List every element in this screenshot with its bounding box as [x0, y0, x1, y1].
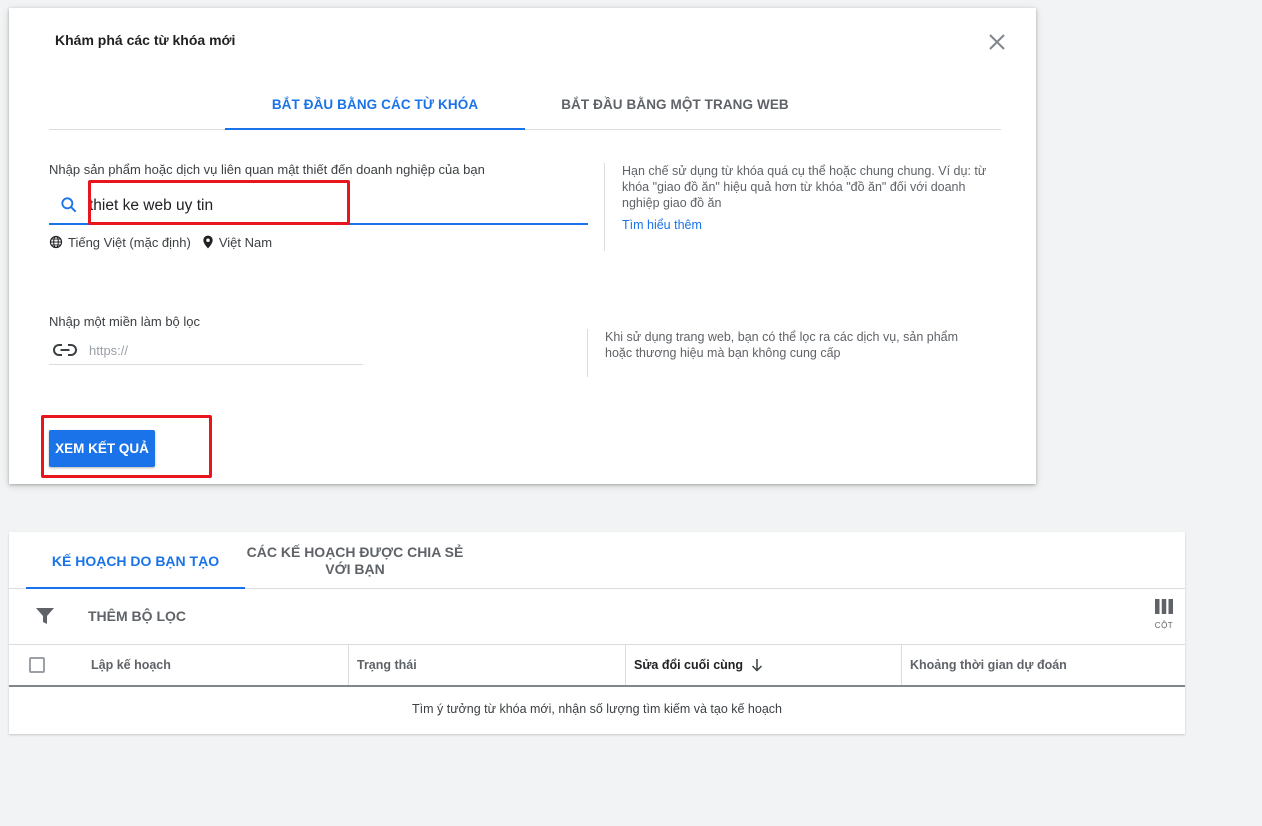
keyword-field — [49, 188, 588, 225]
column-header-last-modified-label: Sửa đổi cuối cùng — [634, 658, 744, 672]
domain-tip: Khi sử dụng trang web, bạn có thể lọc ra… — [587, 329, 987, 377]
search-icon — [61, 197, 77, 213]
column-header-status[interactable]: Trạng thái — [348, 645, 625, 685]
tab-plans-shared-with-you[interactable]: CÁC KẾ HOẠCH ĐƯỢC CHIA SẺ VỚI BẠN — [245, 532, 465, 589]
domain-field-label: Nhập một miền làm bộ lọc — [49, 314, 201, 329]
keyword-tip: Hạn chế sử dụng từ khóa quá cụ thể hoặc … — [604, 163, 1004, 251]
tab-start-with-website[interactable]: BẮT ĐẦU BẰNG MỘT TRANG WEB — [525, 88, 825, 130]
close-icon[interactable] — [985, 30, 1009, 54]
see-results-button[interactable]: XEM KẾT QUẢ — [49, 430, 155, 467]
link-icon — [53, 344, 77, 356]
filter-row: THÊM BỘ LỌC CỘT — [9, 589, 1185, 645]
plans-tabs: KẾ HOẠCH DO BẠN TẠO CÁC KẾ HOẠCH ĐƯỢC CH… — [9, 532, 1185, 589]
language-label: Tiếng Việt (mặc định) — [68, 234, 191, 250]
domain-input[interactable] — [89, 341, 349, 359]
tab-start-with-keywords[interactable]: BẮT ĐẦU BẰNG CÁC TỪ KHÓA — [225, 88, 525, 130]
table-header: Lập kế hoạch Trạng thái Sửa đổi cuối cùn… — [9, 645, 1185, 687]
location-label: Việt Nam — [218, 234, 273, 250]
column-header-plan[interactable]: Lập kế hoạch — [83, 645, 348, 685]
column-header-forecast-period-label: Khoảng thời gian dự đoán — [910, 658, 1067, 672]
columns-label: CỘT — [1154, 621, 1174, 630]
location-selector[interactable]: Việt Nam — [202, 235, 272, 250]
filter-icon[interactable] — [35, 607, 55, 625]
column-header-plan-label: Lập kế hoạch — [91, 658, 171, 672]
column-header-last-modified[interactable]: Sửa đổi cuối cùng — [625, 645, 901, 685]
plans-panel: KẾ HOẠCH DO BẠN TẠO CÁC KẾ HOẠCH ĐƯỢC CH… — [9, 532, 1185, 734]
keyword-tip-text: Hạn chế sử dụng từ khóa quá cụ thể hoặc … — [622, 164, 987, 210]
domain-field — [49, 335, 363, 365]
learn-more-link[interactable]: Tìm hiểu thêm — [622, 217, 1004, 233]
arrow-down-icon — [751, 659, 762, 672]
select-all-checkbox[interactable] — [29, 657, 45, 673]
close-button[interactable] — [985, 30, 1009, 54]
dialog-title: Khám phá các từ khóa mới — [55, 32, 236, 48]
tab-plans-created-by-you[interactable]: KẾ HOẠCH DO BẠN TẠO — [26, 532, 245, 589]
keyword-input[interactable] — [89, 194, 569, 218]
add-filter-button[interactable]: THÊM BỘ LỌC — [88, 608, 186, 624]
columns-button[interactable]: CỘT — [1149, 599, 1179, 639]
location-pin-icon — [203, 235, 213, 249]
columns-icon — [1155, 599, 1173, 614]
column-header-status-label: Trạng thái — [357, 658, 417, 672]
locale-row: Tiếng Việt (mặc định) Việt Nam — [49, 233, 272, 251]
keyword-discovery-dialog: Khám phá các từ khóa mới BẮT ĐẦU BẰNG CÁ… — [9, 8, 1036, 484]
language-selector[interactable]: Tiếng Việt (mặc định) — [49, 235, 191, 250]
empty-state-message: Tìm ý tưởng từ khóa mới, nhận số lượng t… — [412, 702, 782, 716]
column-header-forecast-period[interactable]: Khoảng thời gian dự đoán — [901, 645, 1185, 685]
dialog-tabs: BẮT ĐẦU BẰNG CÁC TỪ KHÓA BẮT ĐẦU BẰNG MỘ… — [49, 88, 1001, 130]
keyword-field-label: Nhập sản phẩm hoặc dịch vụ liên quan mật… — [49, 162, 485, 177]
globe-icon — [49, 235, 63, 249]
